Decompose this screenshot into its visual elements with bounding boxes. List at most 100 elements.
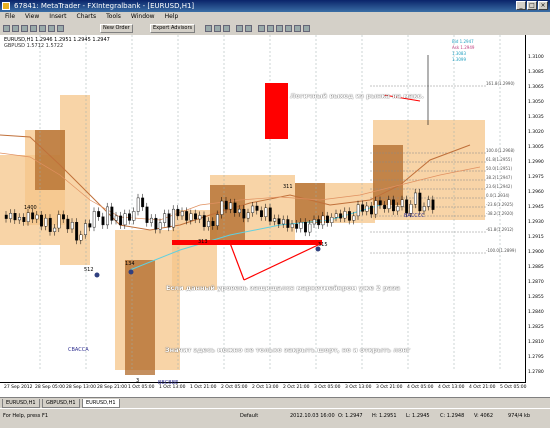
market-watch-icon[interactable] xyxy=(21,25,28,32)
time-tick-label: 1 Oct 05:00 xyxy=(128,385,155,390)
candle xyxy=(237,208,241,213)
line-chart-icon[interactable] xyxy=(223,25,230,32)
label-baccc: BACCCC xyxy=(404,213,425,219)
candle xyxy=(431,199,435,210)
candle xyxy=(40,214,43,227)
pointer-line xyxy=(229,242,245,281)
red-zone xyxy=(265,83,288,139)
candle xyxy=(44,217,48,227)
autoscroll-icon[interactable] xyxy=(276,25,283,32)
candle xyxy=(400,199,404,207)
candle xyxy=(4,214,8,219)
maximize-button[interactable]: □ xyxy=(527,1,537,10)
fib-label: 100.0(1.2968) xyxy=(486,148,515,153)
tab-chart-1[interactable]: EURUSD,H1 xyxy=(2,399,40,408)
candle xyxy=(348,211,351,221)
expert-advisors-button[interactable]: Expert Advisors xyxy=(150,24,196,33)
price-tick-label: 1.3050 xyxy=(528,100,544,105)
price-tick-label: 1.3085 xyxy=(528,70,544,75)
label-3: 3 xyxy=(136,378,140,384)
minimize-button[interactable]: _ xyxy=(516,1,526,10)
candle xyxy=(176,208,180,217)
profiles-icon[interactable] xyxy=(12,25,19,32)
tester-icon[interactable] xyxy=(57,25,64,32)
candle xyxy=(374,200,378,215)
menu-view[interactable]: View xyxy=(20,12,44,22)
candle xyxy=(101,216,105,226)
candle xyxy=(343,211,347,219)
chart-shift-icon[interactable] xyxy=(267,25,274,32)
close-button[interactable]: × xyxy=(538,1,548,10)
menu-bar: File View Insert Charts Tools Window Hel… xyxy=(0,12,550,22)
terminal-icon[interactable] xyxy=(48,25,55,32)
price-tick-label: 1.2900 xyxy=(528,250,544,255)
annotation-level: Если данный уровень защищался маркетмейк… xyxy=(166,284,401,292)
tab-chart-2[interactable]: GBPUSD,H1 xyxy=(42,399,80,408)
candle xyxy=(31,212,35,220)
candle xyxy=(304,221,307,233)
candle xyxy=(330,217,334,223)
candle xyxy=(158,222,162,230)
price-tick-label: 1.2840 xyxy=(528,310,544,315)
price-tick-label: 1.3020 xyxy=(528,130,544,135)
menu-file[interactable]: File xyxy=(0,12,20,22)
tab-chart-3[interactable]: EURUSD,H1 xyxy=(82,399,120,408)
new-order-button[interactable]: New Order xyxy=(100,24,133,33)
time-axis[interactable]: 27 Sep 2012 28 Sep 05:00 28 Sep 13:00 28 Se… xyxy=(0,382,526,397)
candle xyxy=(75,221,79,241)
fib-label: -61.8(1.2912) xyxy=(486,227,514,232)
candle xyxy=(189,213,193,221)
candle xyxy=(123,213,127,226)
candle xyxy=(378,200,382,206)
price-chart[interactable] xyxy=(0,35,526,383)
time-tick-label: 4 Oct 05:00 xyxy=(407,385,434,390)
indicators-icon[interactable] xyxy=(285,25,292,32)
label-315: 315 xyxy=(318,242,328,248)
menu-help[interactable]: Help xyxy=(160,12,184,22)
price-tick-label: 1.2975 xyxy=(528,175,544,180)
candle xyxy=(356,204,360,217)
menu-charts[interactable]: Charts xyxy=(72,12,102,22)
price-tick-label: 1.2885 xyxy=(528,265,544,270)
label-134: 134 xyxy=(125,261,135,267)
app-icon xyxy=(2,2,10,10)
level-label: 1.3083 xyxy=(452,51,466,56)
price-tick-label: 1.2780 xyxy=(528,370,544,375)
zoom-out-icon[interactable] xyxy=(245,25,252,32)
fib-label: 161.8(1.2990) xyxy=(486,81,515,86)
menu-tools[interactable]: Tools xyxy=(101,12,126,22)
periods-icon[interactable] xyxy=(294,25,301,32)
candle xyxy=(418,192,422,212)
candle xyxy=(105,206,109,226)
status-traffic: 974/4 kb xyxy=(508,413,531,419)
candle xyxy=(392,199,395,212)
price-axis[interactable]: 1.3100 1.3085 1.3065 1.3050 1.3035 1.3020 1.30… xyxy=(525,35,550,383)
candlestick-icon[interactable] xyxy=(214,25,221,32)
navigator-icon[interactable] xyxy=(39,25,46,32)
chart-window[interactable]: EURUSD,H1 1.2946 1.2951 1.2945 1.2947 GB… xyxy=(0,35,550,397)
price-tick-label: 1.2795 xyxy=(528,355,544,360)
candle xyxy=(79,234,83,241)
candle xyxy=(224,200,228,210)
time-tick-label: 3 Oct 13:00 xyxy=(345,385,372,390)
candle xyxy=(286,219,290,228)
status-open: O: 1.2947 xyxy=(338,413,363,419)
candle xyxy=(242,208,246,219)
price-tick-label: 1.2825 xyxy=(528,325,544,330)
status-volume: V: 4062 xyxy=(474,413,494,419)
candle xyxy=(282,219,285,225)
new-chart-icon[interactable] xyxy=(3,25,10,32)
window-title: 67841: MetaTrader - FXIntegralbank - [EU… xyxy=(14,2,195,10)
candle xyxy=(268,207,272,222)
tile-windows-icon[interactable] xyxy=(258,25,265,32)
price-tick-label: 1.3100 xyxy=(528,55,544,60)
menu-window[interactable]: Window xyxy=(126,12,160,22)
candle xyxy=(233,202,237,213)
candle xyxy=(326,215,329,223)
bar-chart-icon[interactable] xyxy=(205,25,212,32)
templates-icon[interactable] xyxy=(303,25,310,32)
data-window-icon[interactable] xyxy=(30,25,37,32)
zoom-in-icon[interactable] xyxy=(236,25,243,32)
status-high: H: 1.2951 xyxy=(372,413,397,419)
menu-insert[interactable]: Insert xyxy=(44,12,71,22)
